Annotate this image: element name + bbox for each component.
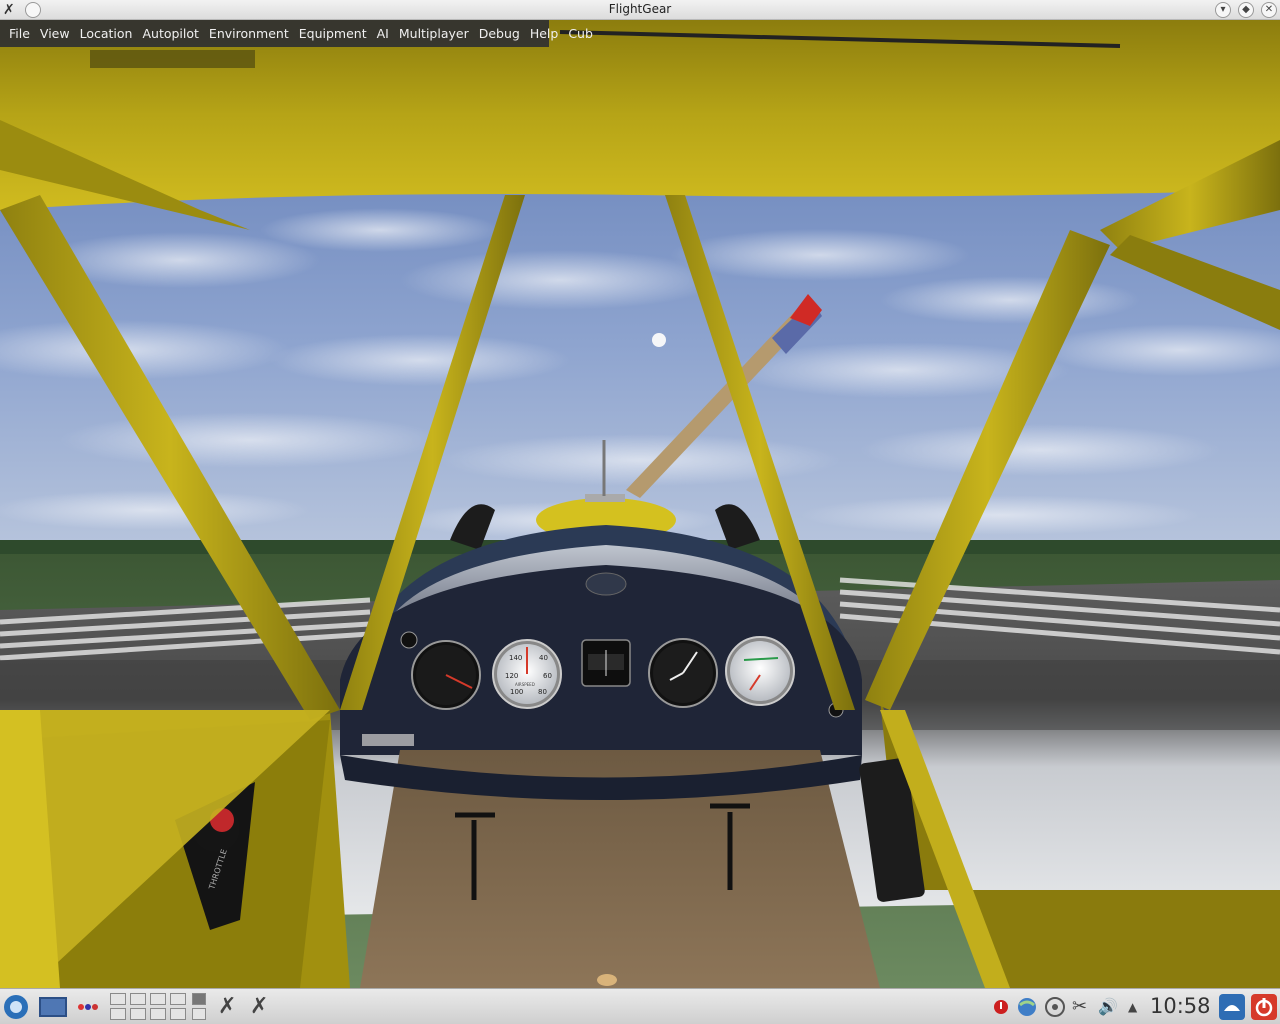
menu-debug[interactable]: Debug — [474, 20, 525, 47]
clock[interactable]: 10:58 — [1150, 994, 1211, 1018]
menu-equipment[interactable]: Equipment — [294, 20, 372, 47]
menu-cub[interactable]: Cub — [563, 20, 598, 47]
panel-knob — [400, 631, 418, 649]
airspeed-tick: 140 — [509, 654, 522, 662]
minimize-button[interactable]: ▾ — [1215, 2, 1231, 18]
network-icon[interactable] — [1016, 993, 1038, 1021]
menu-multiplayer[interactable]: Multiplayer — [394, 20, 474, 47]
airspeed-gauge: 140 40 120 60 100 80 AIRSPEED — [492, 639, 562, 709]
menu-location[interactable]: Location — [75, 20, 138, 47]
title-bar: ✗ FlightGear ▾ ◆ ✕ — [0, 0, 1280, 20]
clipboard-icon[interactable]: ✂ — [1072, 993, 1092, 1021]
airspeed-tick: 120 — [505, 672, 518, 680]
expand-tray-icon[interactable]: ▲ — [1128, 993, 1142, 1021]
altimeter-gauge — [648, 638, 718, 708]
menu-bar: File View Location Autopilot Environment… — [0, 20, 593, 47]
flightgear-icon[interactable]: ✗ — [218, 993, 244, 1021]
menu-environment[interactable]: Environment — [204, 20, 294, 47]
menu-file[interactable]: File — [4, 20, 35, 47]
menu-ai[interactable]: AI — [372, 20, 394, 47]
window-title: FlightGear — [608, 2, 672, 16]
menu-view[interactable]: View — [35, 20, 75, 47]
tachometer-gauge — [411, 640, 481, 710]
taskbar: ✗ ✗ ✂ 🔊 ▲ 10:58 — [0, 988, 1280, 1024]
airspeed-tick: 100 — [510, 688, 523, 696]
alert-icon[interactable] — [992, 993, 1010, 1021]
color-dots-icon[interactable] — [76, 993, 100, 1021]
panel-placard — [362, 734, 414, 746]
joystick-icon[interactable] — [1044, 993, 1066, 1021]
flightgear-icon[interactable]: ✗ — [250, 993, 276, 1021]
sun — [652, 333, 666, 347]
overhead-wing — [0, 20, 1280, 210]
volume-icon[interactable]: 🔊 — [1098, 993, 1120, 1021]
airspeed-tick: 80 — [538, 688, 547, 696]
flight-view[interactable]: 140 40 120 60 100 80 AIRSPEED THROTTLE — [0, 20, 1280, 988]
close-button[interactable]: ✕ — [1261, 2, 1277, 18]
lock-screen-icon[interactable] — [1218, 993, 1246, 1021]
menu-help[interactable]: Help — [525, 20, 564, 47]
oil-temp-pressure-gauge — [725, 636, 795, 706]
airspeed-tick: 60 — [543, 672, 552, 680]
airspeed-caption: AIRSPEED — [515, 682, 535, 687]
compass-gauge — [581, 639, 631, 687]
power-icon[interactable] — [1250, 993, 1278, 1021]
maximize-button[interactable]: ◆ — [1238, 2, 1254, 18]
desktop-icon[interactable] — [38, 993, 68, 1021]
menu-autopilot[interactable]: Autopilot — [137, 20, 203, 47]
airspeed-tick: 40 — [539, 654, 548, 662]
start-menu-icon[interactable] — [2, 993, 30, 1021]
